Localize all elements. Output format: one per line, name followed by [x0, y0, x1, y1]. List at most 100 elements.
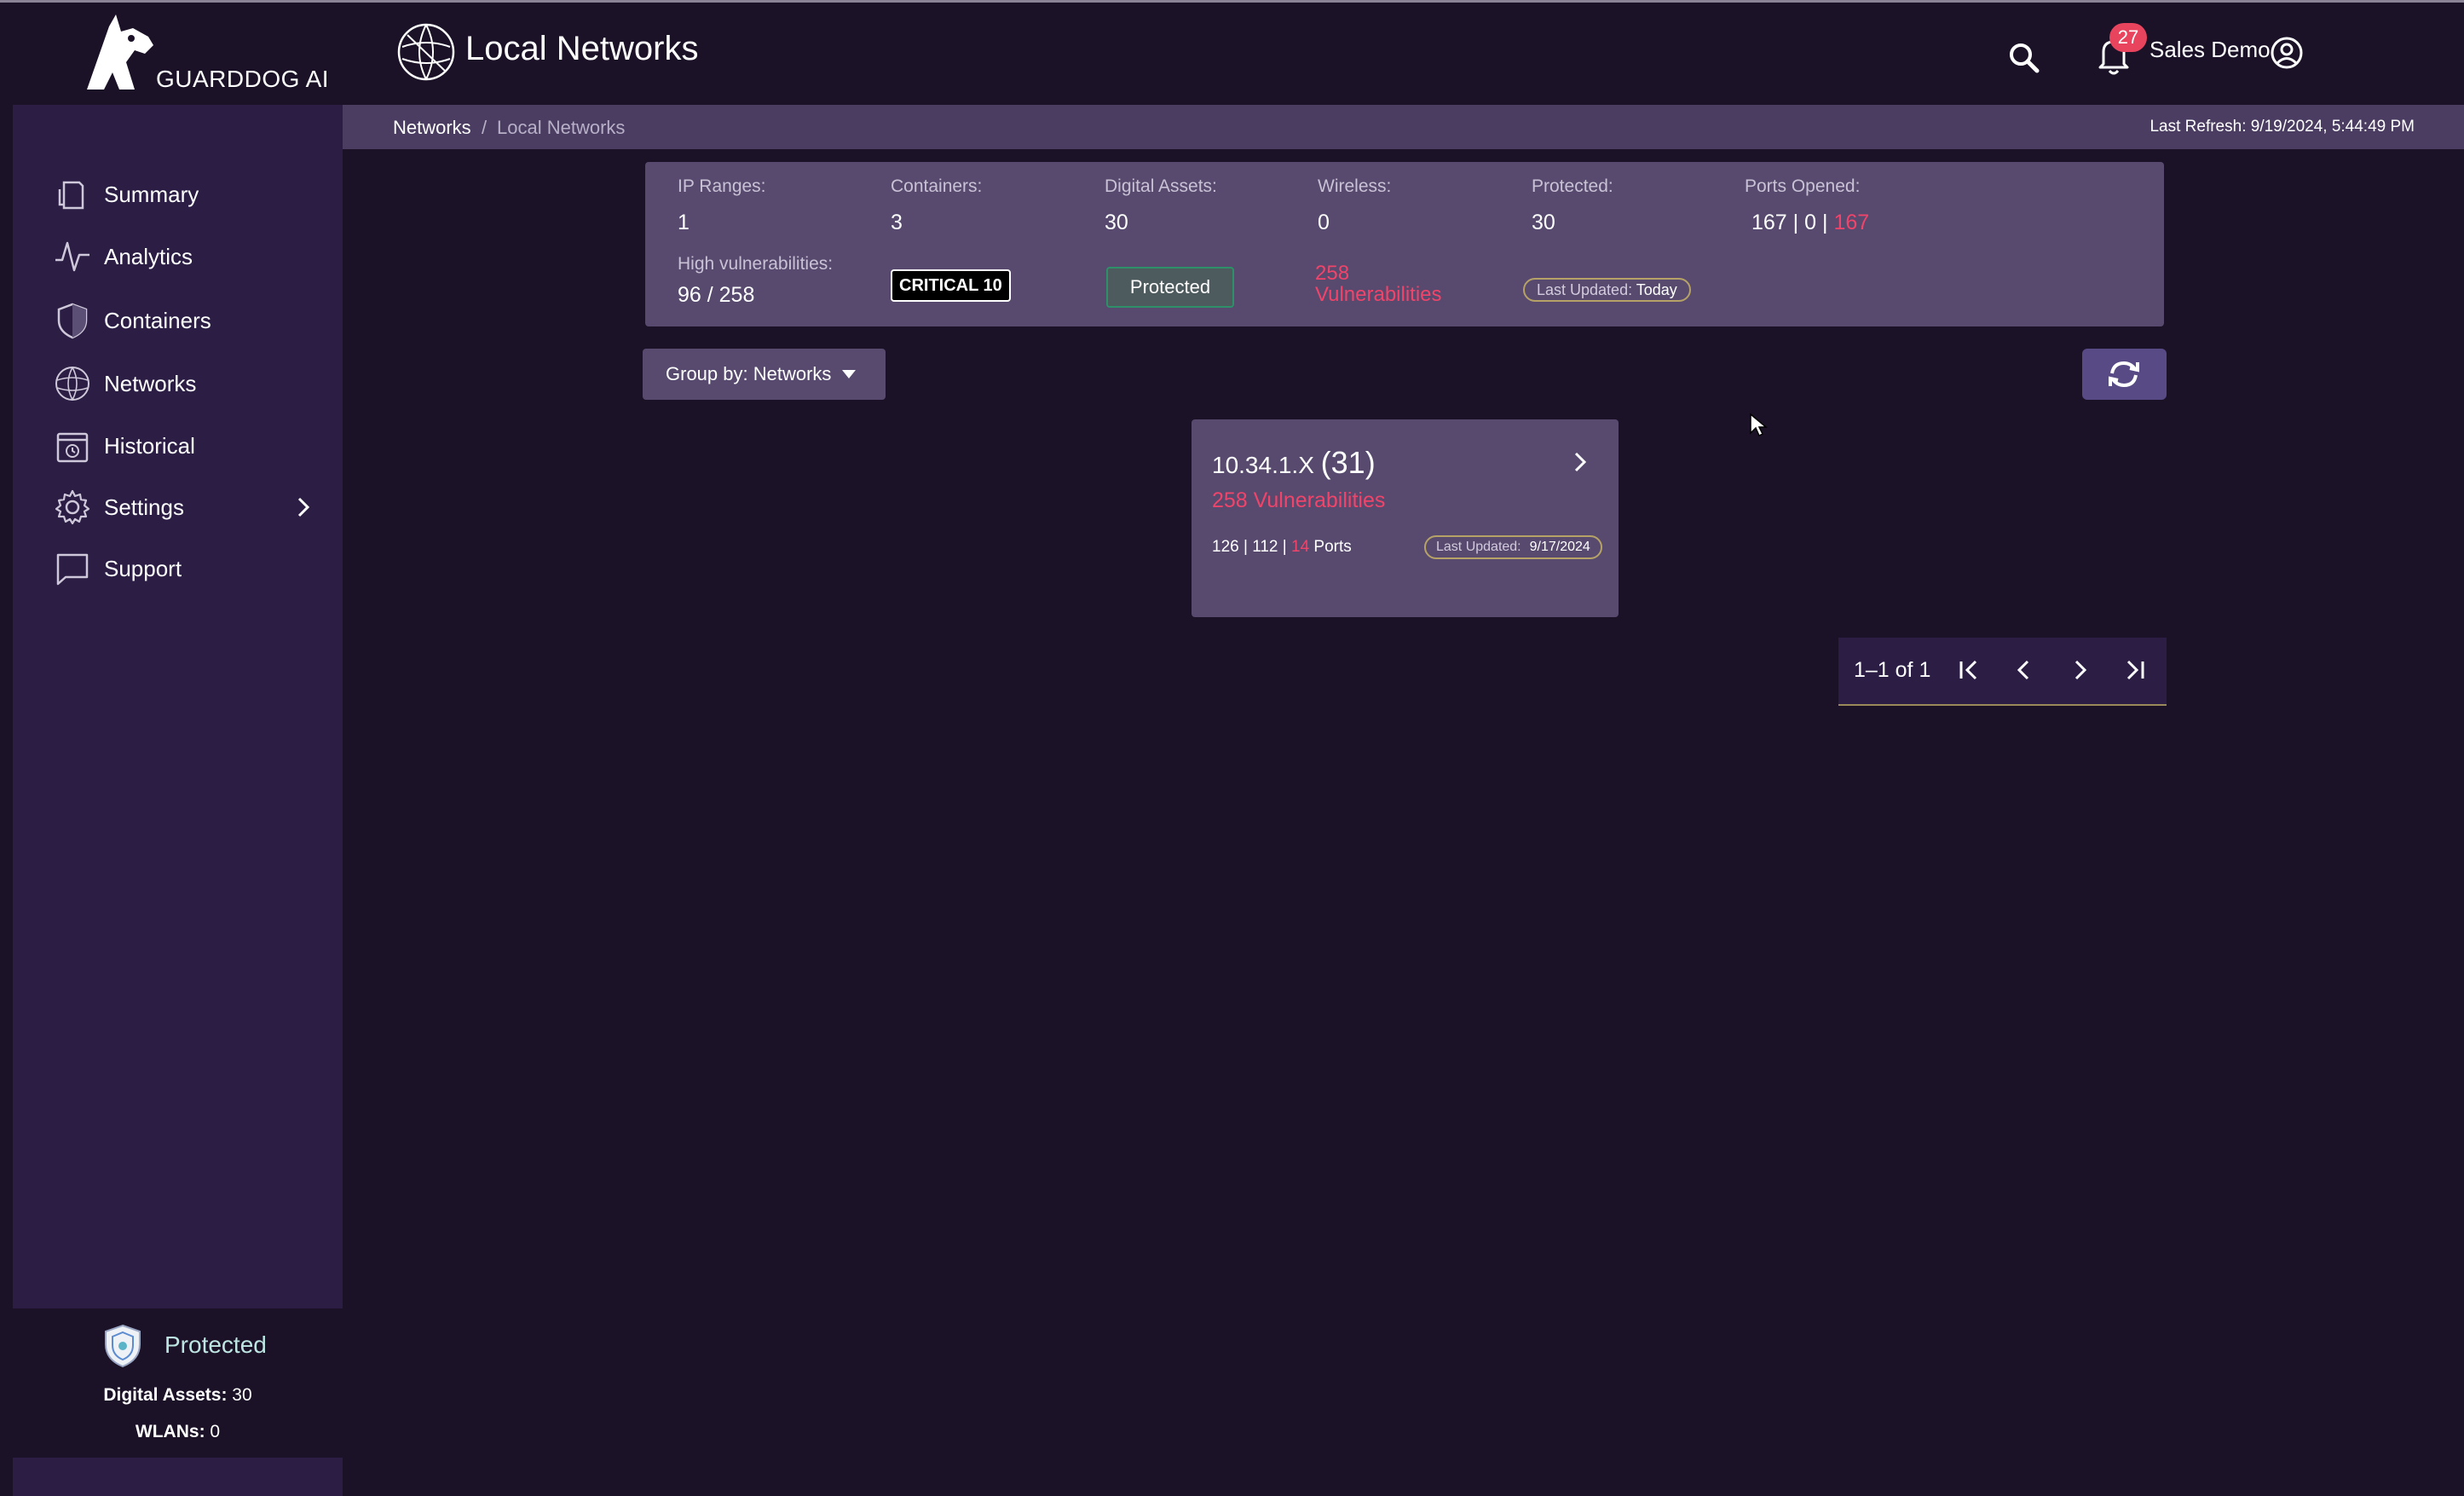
page-title: Local Networks	[465, 30, 699, 67]
refresh-icon	[2105, 358, 2143, 390]
sidebar-item-label: Historical	[104, 433, 195, 459]
network-last-updated-value: 9/17/2024	[1529, 540, 1590, 554]
user-account-icon[interactable]	[2269, 35, 2305, 71]
last-page-icon[interactable]	[2118, 653, 2152, 687]
sidebar-bottom-strip	[13, 1458, 343, 1496]
first-page-icon[interactable]	[1952, 653, 1986, 687]
network-stats-card: IP Ranges: 1 Containers: 3 Digital Asset…	[645, 162, 2164, 326]
top-bar: GUARDDOG AI Local Networks 27 Sales Demo	[0, 3, 2464, 105]
digital-assets-label: Digital Assets:	[1105, 176, 1217, 196]
ports-secondary: 112	[1252, 538, 1278, 556]
ports-word: Ports	[1313, 538, 1352, 556]
network-last-updated-label: Last Updated:	[1436, 540, 1521, 554]
wlans-value: 0	[210, 1422, 221, 1441]
last-updated-value: Today	[1636, 281, 1677, 298]
caret-down-icon	[840, 367, 857, 381]
network-asset-count: (31)	[1320, 445, 1376, 480]
protected-status-chip: Protected	[1106, 267, 1234, 308]
vulnerabilities-word: Vulnerabilities	[1315, 283, 1442, 306]
ip-ranges-label: IP Ranges:	[678, 176, 766, 196]
pagination-range: 1–1 of 1	[1854, 658, 1931, 682]
sidebar-item-analytics[interactable]: Analytics	[13, 233, 343, 280]
breadcrumb: Networks / Local Networks Last Refresh: …	[343, 105, 2464, 149]
ports-separator: |	[1821, 211, 1828, 234]
chevron-right-icon	[290, 494, 317, 521]
wlans-label: WLANs:	[135, 1422, 205, 1441]
shield-icon	[54, 302, 91, 339]
logo-text: GUARDDOG AI	[156, 66, 330, 92]
chevron-right-icon[interactable]	[1567, 448, 1594, 476]
document-icon	[54, 176, 91, 213]
sidebar-item-label: Analytics	[104, 244, 193, 269]
ports-opened-total: 167	[1751, 211, 1787, 234]
sidebar-item-settings[interactable]: Settings	[13, 483, 343, 531]
sidebar-item-label: Containers	[104, 308, 211, 333]
user-name[interactable]: Sales Demo	[2150, 37, 2271, 63]
sidebar-item-networks[interactable]: Networks	[13, 360, 343, 407]
previous-page-icon[interactable]	[2007, 653, 2041, 687]
sidebar-item-support[interactable]: Support	[13, 545, 343, 592]
ports-separator: |	[1792, 211, 1799, 234]
ports-opened-vulnerable: 167	[1833, 211, 1870, 234]
sidebar-item-label: Networks	[104, 371, 197, 396]
protected-shield-icon	[102, 1324, 143, 1368]
group-by-label: Group by: Networks	[666, 363, 832, 384]
ports-opened-label: Ports Opened:	[1745, 176, 1861, 196]
wireless-label: Wireless:	[1318, 176, 1392, 196]
guarddog-logo[interactable]: GUARDDOG AI	[78, 11, 329, 96]
vulnerabilities-summary: 258 Vulnerabilities	[1315, 263, 1442, 305]
containers-value: 3	[891, 211, 903, 234]
chat-icon	[54, 550, 91, 587]
sidebar-item-label: Summary	[104, 182, 199, 207]
network-name: 10.34.1.X (31)	[1212, 445, 1376, 481]
breadcrumb-current: Local Networks	[497, 117, 626, 138]
last-updated-label: Last Updated:	[1537, 281, 1633, 298]
digital-assets-label: Digital Assets:	[103, 1385, 228, 1405]
high-vulnerabilities-value: 96 / 258	[678, 283, 755, 307]
mouse-cursor-icon	[1749, 413, 1768, 438]
globe-icon	[54, 365, 91, 402]
protection-status: Protected	[164, 1331, 267, 1358]
protected-label: Protected:	[1532, 176, 1613, 196]
sidebar-item-label: Settings	[104, 494, 184, 520]
globe-title-icon	[395, 21, 457, 83]
search-icon[interactable]	[2003, 37, 2046, 79]
network-address: 10.34.1.X	[1212, 452, 1314, 478]
ports-opened-zero: 0	[1804, 211, 1817, 234]
pagination: 1–1 of 1	[1838, 638, 2167, 706]
critical-count-chip: CRITICAL 10	[891, 269, 1011, 302]
network-last-updated-chip: Last Updated: 9/17/2024	[1424, 535, 1602, 559]
ports-total: 126	[1212, 538, 1239, 556]
sidebar: Summary Analytics Containers Networks Hi…	[13, 105, 343, 1308]
notification-count-badge: 27	[2109, 23, 2147, 52]
refresh-button[interactable]	[2082, 349, 2167, 400]
last-refresh-timestamp: Last Refresh: 9/19/2024, 5:44:49 PM	[2150, 118, 2415, 136]
calendar-clock-icon	[54, 427, 91, 465]
gear-icon	[54, 488, 91, 526]
digital-assets-value: 30	[232, 1385, 252, 1405]
network-card[interactable]: 10.34.1.X (31) 258 Vulnerabilities 126 |…	[1192, 419, 1619, 617]
ports-vulnerable: 14	[1291, 538, 1310, 556]
containers-label: Containers:	[891, 176, 983, 196]
digital-assets-summary: Digital Assets: 30	[13, 1385, 343, 1406]
vulnerabilities-count: 258	[1315, 262, 1350, 285]
ports-opened-value: 167 | 0 | 167	[1751, 211, 1869, 235]
protected-value: 30	[1532, 211, 1555, 234]
sidebar-item-summary[interactable]: Summary	[13, 170, 343, 218]
high-vulnerabilities-label: High vulnerabilities:	[678, 254, 834, 274]
sidebar-item-containers[interactable]: Containers	[13, 297, 343, 344]
last-updated-chip: Last Updated: Today	[1523, 278, 1691, 302]
network-vulnerabilities: 258 Vulnerabilities	[1212, 488, 1386, 512]
group-by-dropdown[interactable]: Group by: Networks	[643, 349, 886, 400]
breadcrumb-networks-link[interactable]: Networks	[393, 117, 471, 139]
dog-logo-icon	[87, 14, 153, 90]
wlans-summary: WLANs: 0	[13, 1422, 343, 1442]
sidebar-status-footer: Protected Digital Assets: 30 WLANs: 0	[13, 1308, 343, 1458]
pulse-icon	[54, 238, 91, 275]
sidebar-item-historical[interactable]: Historical	[13, 422, 343, 470]
digital-assets-value: 30	[1105, 211, 1128, 234]
network-ports: 126 | 112 | 14 Ports	[1212, 538, 1352, 556]
breadcrumb-separator: /	[482, 117, 488, 138]
ip-ranges-value: 1	[678, 211, 690, 234]
next-page-icon[interactable]	[2063, 653, 2097, 687]
